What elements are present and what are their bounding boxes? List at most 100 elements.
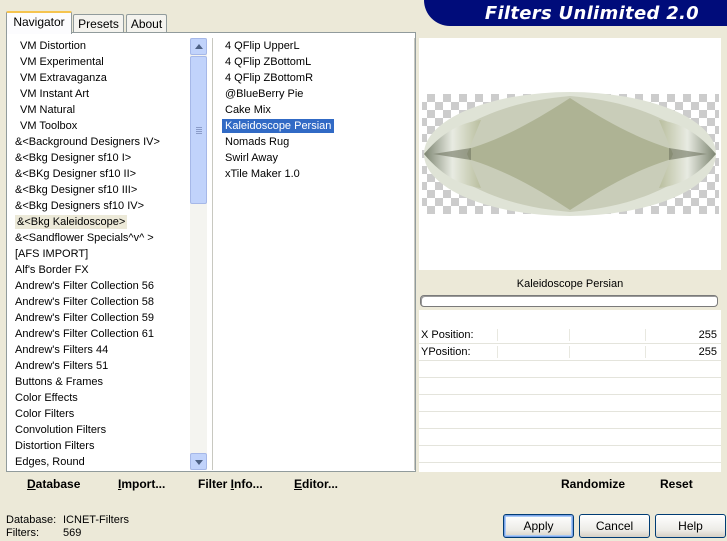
param-row-empty bbox=[419, 361, 721, 378]
category-item[interactable]: [AFS IMPORT] bbox=[12, 246, 190, 262]
category-item-label: VM Natural bbox=[20, 104, 76, 116]
category-item-label: VM Experimental bbox=[20, 56, 104, 68]
param-row-empty bbox=[419, 378, 721, 395]
category-item-label: VM Instant Art bbox=[20, 88, 90, 100]
tab-about[interactable]: About bbox=[126, 14, 167, 33]
category-item-label: VM Distortion bbox=[20, 40, 87, 52]
chevron-up-icon bbox=[195, 44, 203, 49]
category-item-label: Convolution Filters bbox=[15, 424, 107, 436]
filter-name-label: Kaleidoscope Persian bbox=[419, 270, 721, 294]
title-banner: Filters Unlimited 2.0 bbox=[424, 0, 727, 26]
apply-button[interactable]: Apply bbox=[503, 514, 574, 538]
filter-item-label: xTile Maker 1.0 bbox=[225, 168, 300, 180]
category-item-label: Buttons & Frames bbox=[15, 376, 104, 388]
param-row-empty bbox=[419, 412, 721, 429]
category-item[interactable]: Buttons & Frames bbox=[12, 374, 190, 390]
category-list[interactable]: VM Distortion VM Experimental VM Extravaga… bbox=[12, 38, 190, 470]
scroll-up-button[interactable] bbox=[190, 38, 207, 55]
category-item-label: &<Bkg Designer sf10 III> bbox=[15, 184, 138, 196]
category-item-label: &<Bkg Kaleidoscope> bbox=[15, 215, 128, 229]
preview-button-bar: Randomize Reset bbox=[419, 472, 721, 497]
filter-item[interactable]: @BlueBerry Pie bbox=[222, 86, 412, 102]
param-row-y[interactable]: YPosition: 255 bbox=[419, 344, 721, 361]
category-item[interactable]: VM Toolbox bbox=[12, 118, 190, 134]
category-item[interactable]: Andrew's Filter Collection 61 bbox=[12, 326, 190, 342]
filter-item-label: 4 QFlip ZBottomL bbox=[225, 56, 312, 68]
filter-list[interactable]: 4 QFlip UpperL 4 QFlip ZBottomL 4 QFlip ZB… bbox=[222, 38, 412, 182]
filter-item[interactable]: xTile Maker 1.0 bbox=[222, 166, 412, 182]
category-item[interactable]: Distortion Filters bbox=[12, 438, 190, 454]
progress-bar bbox=[420, 295, 718, 307]
tab-presets[interactable]: Presets bbox=[73, 14, 124, 33]
category-item[interactable]: VM Distortion bbox=[12, 38, 190, 54]
category-item-label: Andrew's Filters 44 bbox=[15, 344, 109, 356]
filter-item[interactable]: Kaleidoscope Persian bbox=[222, 118, 412, 134]
filter-item-label: 4 QFlip UpperL bbox=[225, 40, 300, 52]
filter-item[interactable]: 4 QFlip ZBottomR bbox=[222, 70, 412, 86]
category-item[interactable]: Color Effects bbox=[12, 390, 190, 406]
category-item-label: Alf's Border FX bbox=[15, 264, 89, 276]
scroll-thumb[interactable] bbox=[190, 56, 207, 204]
import-button[interactable]: Import... bbox=[118, 477, 165, 491]
panel-divider bbox=[414, 38, 415, 470]
param-value[interactable]: 255 bbox=[699, 329, 717, 341]
category-item[interactable]: Andrew's Filters 44 bbox=[12, 342, 190, 358]
filter-item-label: @BlueBerry Pie bbox=[225, 88, 304, 100]
editor-label: E bbox=[294, 477, 303, 491]
param-row-empty bbox=[419, 446, 721, 463]
database-button[interactable]: Database bbox=[27, 477, 80, 491]
filter-info-label-rest: nfo... bbox=[234, 477, 263, 491]
category-item[interactable]: Andrew's Filters 51 bbox=[12, 358, 190, 374]
category-item[interactable]: &<Bkg Designer sf10 III> bbox=[12, 182, 190, 198]
category-item[interactable]: Convolution Filters bbox=[12, 422, 190, 438]
database-status-value: ICNET-Filters bbox=[63, 514, 129, 526]
category-item-label: VM Toolbox bbox=[20, 120, 78, 132]
category-item[interactable]: Andrew's Filter Collection 58 bbox=[12, 294, 190, 310]
param-label: YPosition: bbox=[421, 346, 471, 358]
filters-status-label: Filters: bbox=[6, 527, 39, 539]
help-button[interactable]: Help bbox=[655, 514, 726, 538]
category-item-label: Distortion Filters bbox=[15, 440, 95, 452]
category-item-label: Edges, Round bbox=[15, 456, 85, 468]
category-item[interactable]: &<Background Designers IV> bbox=[12, 134, 190, 150]
category-item[interactable]: &<Bkg Designers sf10 IV> bbox=[12, 198, 190, 214]
scroll-down-button[interactable] bbox=[190, 453, 207, 470]
category-item[interactable]: Alf's Border FX bbox=[12, 262, 190, 278]
cancel-button[interactable]: Cancel bbox=[579, 514, 650, 538]
filter-info-button[interactable]: Filter Info... bbox=[198, 477, 263, 491]
tab-navigator[interactable]: Navigator bbox=[6, 11, 72, 34]
category-item[interactable]: VM Experimental bbox=[12, 54, 190, 70]
category-item[interactable]: VM Extravaganza bbox=[12, 70, 190, 86]
category-item-label: [AFS IMPORT] bbox=[15, 248, 89, 260]
category-item[interactable]: Edges, Round bbox=[12, 454, 190, 470]
randomize-button[interactable]: Randomize bbox=[561, 477, 625, 491]
parameters-panel: X Position: 255 YPosition: 255 bbox=[419, 310, 721, 472]
category-item[interactable]: Color Filters bbox=[12, 406, 190, 422]
param-separator bbox=[645, 329, 646, 341]
param-row-x[interactable]: X Position: 255 bbox=[419, 327, 721, 344]
filter-item[interactable]: Swirl Away bbox=[222, 150, 412, 166]
status-area: Database: ICNET-Filters Filters: 569 bbox=[6, 514, 129, 540]
category-item-label: &<Bkg Designer sf10 I> bbox=[15, 152, 132, 164]
category-item[interactable]: &<BKg Designer sf10 II> bbox=[12, 166, 190, 182]
category-item[interactable]: Andrew's Filter Collection 56 bbox=[12, 278, 190, 294]
category-item[interactable]: Andrew's Filter Collection 59 bbox=[12, 310, 190, 326]
category-item[interactable]: &<Sandflower Specials^v^ > bbox=[12, 230, 190, 246]
category-item[interactable]: &<Bkg Designer sf10 I> bbox=[12, 150, 190, 166]
chevron-down-icon bbox=[195, 460, 203, 465]
category-scrollbar[interactable] bbox=[190, 38, 207, 470]
param-label: X Position: bbox=[421, 329, 474, 341]
reset-button[interactable]: Reset bbox=[660, 477, 693, 491]
category-item[interactable]: VM Instant Art bbox=[12, 86, 190, 102]
category-item[interactable]: &<Bkg Kaleidoscope> bbox=[12, 214, 190, 230]
filter-item[interactable]: Nomads Rug bbox=[222, 134, 412, 150]
filter-item[interactable]: 4 QFlip UpperL bbox=[222, 38, 412, 54]
filter-item[interactable]: Cake Mix bbox=[222, 102, 412, 118]
filter-item-label: 4 QFlip ZBottomR bbox=[225, 72, 314, 84]
param-value[interactable]: 255 bbox=[699, 346, 717, 358]
filter-item[interactable]: 4 QFlip ZBottomL bbox=[222, 54, 412, 70]
category-item-label: Andrew's Filter Collection 61 bbox=[15, 328, 155, 340]
category-item[interactable]: VM Natural bbox=[12, 102, 190, 118]
editor-button[interactable]: Editor... bbox=[294, 477, 338, 491]
param-separator bbox=[497, 346, 498, 358]
